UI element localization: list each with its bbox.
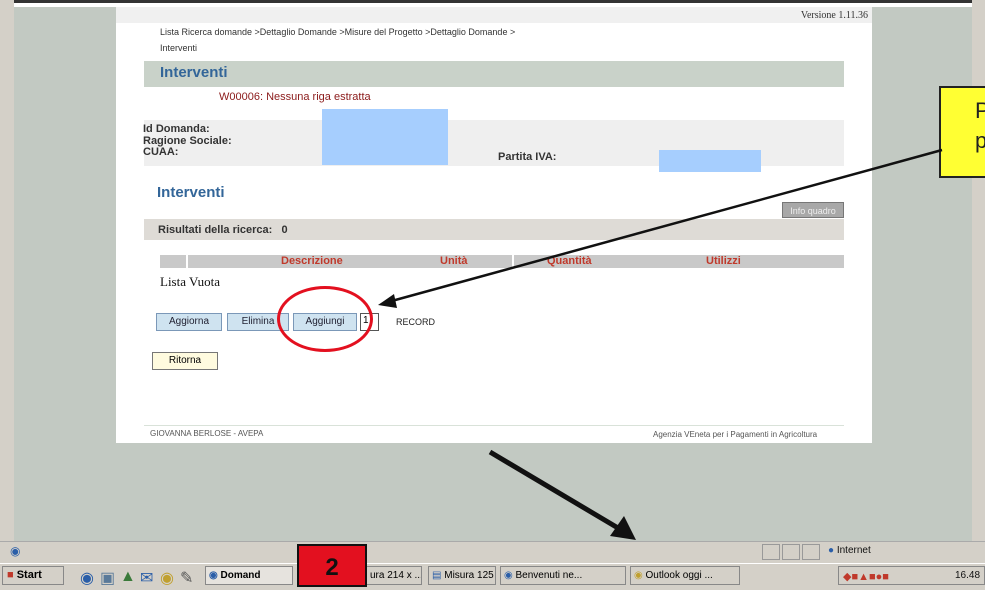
status-pane: [782, 544, 800, 560]
outlook-icon: ◉: [634, 570, 643, 581]
page-icon: ◉: [10, 544, 21, 558]
annotation-arrows: [378, 148, 943, 540]
zone-label: Internet: [836, 545, 871, 556]
taskbar-item-outlook[interactable]: ◉ Outlook oggi ...: [630, 566, 740, 585]
ie-icon: ◉: [209, 570, 218, 581]
edit-quicklaunch-icon[interactable]: ✎: [180, 568, 195, 587]
word-doc-icon: ▤: [432, 570, 442, 581]
desktop-quicklaunch-icon[interactable]: ▣: [100, 568, 115, 587]
arrowhead-aggiungi: [378, 294, 397, 308]
start-button[interactable]: ■ Start: [2, 566, 64, 585]
ie-icon: ◉: [504, 570, 513, 581]
taskbar-item-misura-214[interactable]: ura 214 x ...: [366, 566, 422, 585]
taskbar-item-label: Domand: [220, 570, 261, 581]
status-pane: [762, 544, 780, 560]
start-label: Start: [16, 569, 42, 581]
mail-quicklaunch-icon[interactable]: ✉: [140, 568, 155, 587]
arrow-to-taskbar: [488, 449, 620, 531]
arrow-to-aggiungi: [387, 148, 943, 304]
app-quicklaunch-icon[interactable]: ▲: [120, 568, 136, 585]
status-pane: [802, 544, 820, 560]
zone-indicator: ● Internet: [828, 545, 871, 556]
globe-icon: ●: [828, 545, 835, 556]
taskbar-item-label: Benvenuti ne...: [515, 570, 583, 581]
tray-icons[interactable]: ◆■▲■●■: [839, 571, 889, 583]
taskbar-item-label: Outlook oggi ...: [645, 570, 713, 581]
taskbar-item-label: ura 214 x ...: [370, 570, 422, 581]
taskbar-item-label: Misura 125 - ...: [444, 570, 495, 581]
ie-quicklaunch-icon[interactable]: ◉: [80, 568, 95, 587]
taskbar-item-benvenuti[interactable]: ◉ Benvenuti ne...: [500, 566, 626, 585]
taskbar-item-domande[interactable]: ◉ Domand: [205, 566, 293, 585]
clock: 16.48: [955, 570, 981, 581]
outlook-quicklaunch-icon[interactable]: ◉: [160, 568, 175, 587]
step-number-marker: 2: [297, 544, 367, 587]
taskbar-item-misura-125[interactable]: ▤ Misura 125 - ...: [428, 566, 496, 585]
windows-flag-icon: ■: [7, 569, 14, 581]
